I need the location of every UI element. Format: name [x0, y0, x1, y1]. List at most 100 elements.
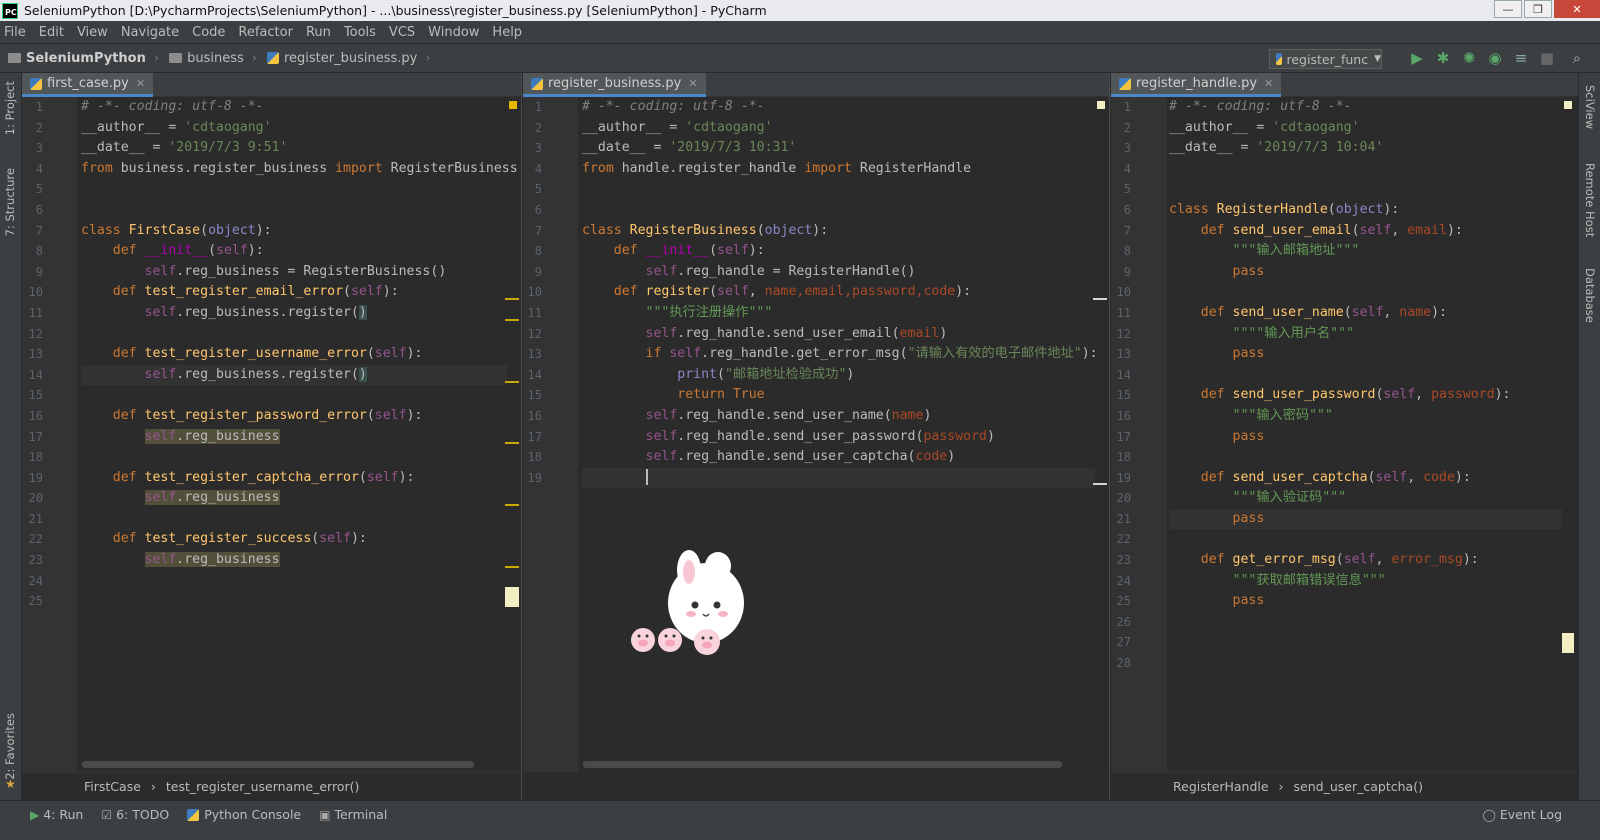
- breadcrumb-class[interactable]: RegisterHandle: [1173, 779, 1269, 794]
- code-area-register-handle[interactable]: # -*- coding: utf-8 -*- __author__ = 'cd…: [1169, 97, 1562, 772]
- event-log-icon: ◯: [1482, 807, 1496, 822]
- tool-tab-project[interactable]: 1: Project: [3, 81, 17, 135]
- menu-window[interactable]: Window: [428, 25, 479, 40]
- tool-tab-favorites[interactable]: 2: Favorites: [3, 713, 17, 780]
- horizontal-scrollbar[interactable]: [82, 761, 474, 768]
- line-number: 10: [1116, 285, 1131, 300]
- line-number: 12: [527, 326, 542, 341]
- line-number: 22: [1116, 532, 1131, 547]
- breadcrumb-method[interactable]: send_user_captcha(): [1294, 779, 1423, 794]
- close-tab-icon[interactable]: ✕: [136, 77, 145, 90]
- tool-window-bar: ▶ 4: Run ☑ 6: TODO Python Console ▣ Termina…: [0, 800, 1600, 840]
- close-tab-icon[interactable]: ✕: [1264, 77, 1273, 90]
- line-number: 6: [1123, 202, 1131, 217]
- nav-project[interactable]: SeleniumPython ›: [8, 51, 159, 66]
- concurrency-icon[interactable]: ≡: [1512, 49, 1530, 67]
- editor-pane-first-case: first_case.py ✕ 1 2 3 4 5 6 7 8 9 10 11 12 13 14 15 16 17…: [22, 73, 522, 800]
- menu-view[interactable]: View: [77, 25, 108, 40]
- code-area-register-business[interactable]: # -*- coding: utf-8 -*- __author__ = 'cd…: [582, 97, 1098, 772]
- menu-file[interactable]: File: [4, 25, 26, 40]
- line-number: 3: [1123, 141, 1131, 156]
- nav-file[interactable]: register_business.py ›: [266, 51, 431, 66]
- line-number: 21: [28, 511, 43, 526]
- run-config-select[interactable]: register_func ▼: [1269, 49, 1382, 69]
- line-number: 9: [534, 264, 542, 279]
- stop-icon[interactable]: ■: [1538, 49, 1556, 67]
- search-icon[interactable]: ⌕: [1568, 49, 1586, 67]
- line-number: 3: [534, 141, 542, 156]
- line-number: 10: [28, 285, 43, 300]
- menu-tools[interactable]: Tools: [344, 25, 376, 40]
- close-tab-icon[interactable]: ✕: [688, 77, 697, 90]
- minimize-button[interactable]: —: [1494, 0, 1522, 18]
- event-log-button[interactable]: ◯ Event Log: [1482, 807, 1562, 822]
- python-console-icon: [187, 808, 200, 821]
- line-number: 19: [527, 470, 542, 485]
- line-number: 8: [534, 244, 542, 259]
- menu-refactor[interactable]: Refactor: [238, 25, 293, 40]
- todo-tool-button[interactable]: ☑ 6: TODO: [101, 807, 169, 822]
- line-number: 7: [534, 223, 542, 238]
- editor-tab-register-handle[interactable]: register_handle.py ✕: [1111, 73, 1282, 97]
- debug-icon[interactable]: ✱: [1434, 49, 1452, 67]
- nav-folder[interactable]: business ›: [169, 51, 257, 66]
- line-number: 15: [28, 388, 43, 403]
- line-number: 6: [35, 202, 43, 217]
- scrollbar-thumb[interactable]: [1562, 633, 1574, 653]
- folder-icon: [8, 53, 21, 63]
- run-icon: ▶: [30, 807, 40, 822]
- tool-tab-sciview[interactable]: SciView: [1583, 85, 1597, 129]
- python-file-icon: [1119, 77, 1131, 90]
- error-stripe: [505, 381, 519, 383]
- line-number: 18: [1116, 450, 1131, 465]
- inspection-ok-icon[interactable]: [1564, 101, 1572, 109]
- python-console-button[interactable]: Python Console: [187, 807, 301, 822]
- menu-code[interactable]: Code: [192, 25, 225, 40]
- pycharm-logo-icon: PC: [2, 2, 18, 19]
- inspection-ok-icon[interactable]: [1097, 101, 1105, 109]
- warning-marker-icon[interactable]: [509, 101, 517, 109]
- menu-run[interactable]: Run: [306, 25, 331, 40]
- tool-tab-remote-host[interactable]: Remote Host: [1583, 163, 1597, 237]
- menu-vcs[interactable]: VCS: [389, 25, 415, 40]
- tool-tab-structure[interactable]: 7: Structure: [3, 168, 17, 236]
- run-icon[interactable]: ▶: [1408, 49, 1426, 67]
- profile-icon[interactable]: ◉: [1486, 49, 1504, 67]
- horizontal-scrollbar[interactable]: [583, 761, 1062, 768]
- line-number: 27: [1116, 635, 1131, 650]
- line-number: 11: [527, 305, 542, 320]
- line-number: 8: [1123, 244, 1131, 259]
- run-tool-button[interactable]: ▶ 4: Run: [30, 807, 83, 822]
- code-area-first-case[interactable]: # -*- coding: utf-8 -*- __author__ = 'cd…: [81, 97, 518, 772]
- breadcrumb: FirstCase › test_register_username_error…: [22, 772, 521, 800]
- line-number: 24: [1116, 573, 1131, 588]
- line-number: 19: [1116, 470, 1131, 485]
- terminal-button[interactable]: ▣ Terminal: [319, 807, 387, 822]
- breadcrumb-method[interactable]: test_register_username_error(): [166, 779, 359, 794]
- line-number: 24: [28, 573, 43, 588]
- chevron-down-icon: ▼: [1374, 54, 1381, 64]
- close-button[interactable]: ✕: [1554, 0, 1600, 18]
- editor-tab-first-case[interactable]: first_case.py ✕: [22, 73, 154, 97]
- maximize-button[interactable]: ❐: [1524, 0, 1552, 18]
- scrollbar-thumb[interactable]: [505, 587, 519, 607]
- line-number: 2: [534, 120, 542, 135]
- editor-tab-register-business[interactable]: register_business.py ✕: [523, 73, 706, 97]
- line-number: 8: [35, 244, 43, 259]
- menu-edit[interactable]: Edit: [39, 25, 64, 40]
- line-number: 12: [1116, 326, 1131, 341]
- line-number: 7: [1123, 223, 1131, 238]
- line-number: 5: [534, 182, 542, 197]
- menu-help[interactable]: Help: [492, 25, 522, 40]
- menu-navigate[interactable]: Navigate: [121, 25, 179, 40]
- line-number: 2: [1123, 120, 1131, 135]
- breadcrumb-class[interactable]: FirstCase: [84, 779, 141, 794]
- line-number: 22: [28, 532, 43, 547]
- line-number: 23: [1116, 553, 1131, 568]
- tool-tab-database[interactable]: Database: [1583, 268, 1597, 323]
- right-tool-strip: SciView Remote Host Database: [1578, 73, 1600, 800]
- line-number: 28: [1116, 656, 1131, 671]
- coverage-icon[interactable]: ✺: [1460, 49, 1478, 67]
- star-icon: ★: [5, 777, 16, 791]
- left-tool-strip: 1: Project 7: Structure 2: Favorites ★: [0, 73, 22, 800]
